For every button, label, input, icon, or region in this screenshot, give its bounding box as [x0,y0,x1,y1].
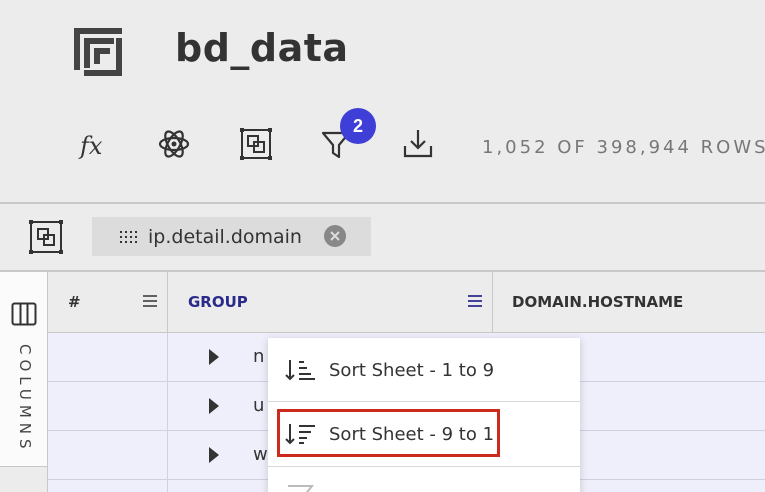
group-by-icon [29,220,63,254]
drag-handle-icon[interactable] [118,228,140,246]
cell-divider [167,480,168,492]
atom-button[interactable] [154,124,194,164]
grid-header: # GROUP DOMAIN.HOSTNAME [48,272,765,333]
cell-divider [167,382,168,430]
group-cell-text: n [253,346,265,367]
sort-ascending-icon [285,360,315,381]
svg-text:fx: fx [78,132,103,160]
group-button[interactable] [236,124,276,164]
columns-label: COLUMNS [16,344,34,454]
expand-caret-icon[interactable] [207,397,221,415]
filter-icon [288,485,314,492]
download-button[interactable] [398,124,438,164]
group-icon [240,128,272,160]
remove-group-button[interactable] [324,225,346,247]
formula-icon: fx [78,132,103,160]
app-window: bd_data fx 2 1,052 OF 398,944 ROWS ip.de… [0,0,765,492]
cell-divider [167,333,168,381]
group-cell-text: w [253,444,268,465]
side-panel-lower [0,467,48,492]
column-menu-icon[interactable] [143,295,157,307]
group-by-chip[interactable]: ip.detail.domain [92,217,371,256]
close-icon [330,231,340,241]
column-header-domain-hostname[interactable]: DOMAIN.HOSTNAME [493,272,765,332]
filter-count-badge: 2 [340,108,376,144]
sort-descending-icon [285,424,315,445]
column-header-label: GROUP [188,293,248,311]
formula-button[interactable]: fx [74,124,114,164]
column-header-index[interactable]: # [48,272,168,332]
atom-icon [158,130,190,158]
toolbar-divider [0,202,765,204]
rows-count: 1,052 OF 398,944 ROWS [482,137,765,158]
column-context-menu: Sort Sheet - 1 to 9 Sort Sheet - 9 to 1 [268,338,580,492]
data-logo-icon [74,28,122,76]
expand-caret-icon[interactable] [207,446,221,464]
columns-icon [11,302,37,326]
menu-separator [268,401,580,402]
group-cell-text: u [253,395,265,416]
column-header-label: # [68,293,81,311]
page-title: bd_data [175,26,349,70]
column-header-group[interactable]: GROUP [168,272,493,332]
download-icon [403,130,433,158]
column-header-label: DOMAIN.HOSTNAME [512,293,684,311]
menu-separator [268,466,580,467]
menu-item-label: Sort Sheet - 9 to 1 [329,423,495,445]
cell-divider [167,431,168,479]
menu-item-label: Sort Sheet - 1 to 9 [329,359,495,381]
column-menu-icon[interactable] [468,295,482,307]
group-by-chip-label: ip.detail.domain [148,225,302,248]
sort-ascending-menu-item[interactable]: Sort Sheet - 1 to 9 [268,340,580,400]
sort-descending-menu-item[interactable]: Sort Sheet - 9 to 1 [268,404,580,464]
expand-caret-icon[interactable] [207,348,221,366]
